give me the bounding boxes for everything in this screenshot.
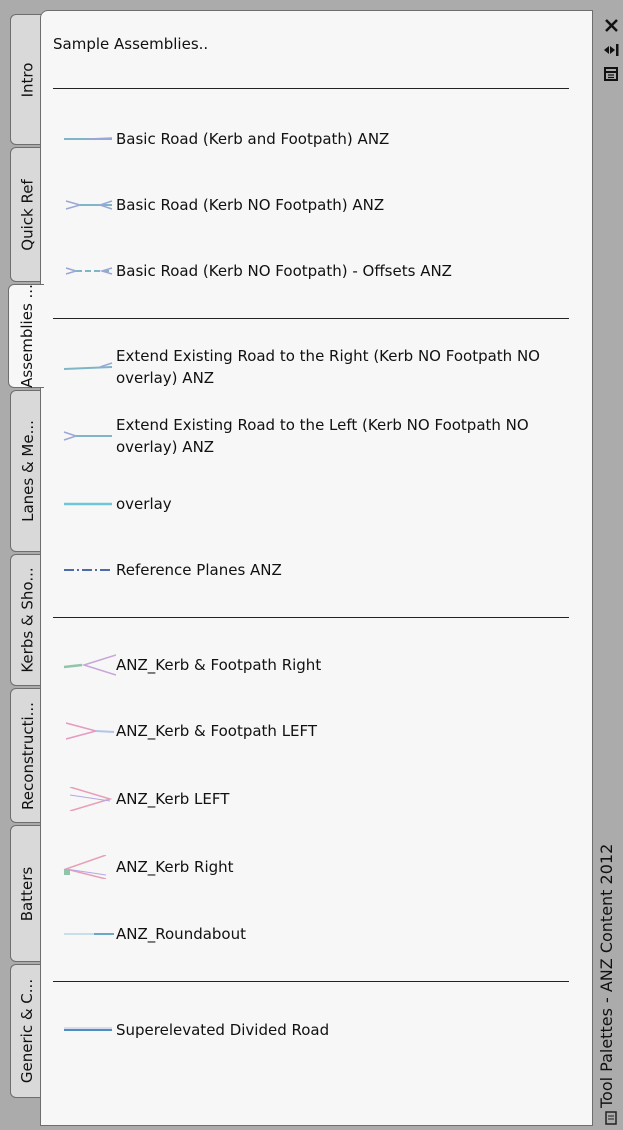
tool-kerb-footpath-right[interactable]: ANZ_Kerb & Footpath Right bbox=[60, 653, 560, 677]
tab-lanes[interactable]: Lanes & Me... bbox=[10, 390, 44, 552]
subassembly-icon bbox=[69, 787, 113, 811]
tool-basic-road-kerb-no-footpath[interactable]: Basic Road (Kerb NO Footpath) ANZ bbox=[60, 193, 560, 217]
tab-label: Quick Ref bbox=[18, 178, 37, 251]
tool-label: ANZ_Kerb LEFT bbox=[116, 790, 230, 808]
tool-palette-window: Intro Quick Ref Assemblies ... Lanes & M… bbox=[0, 0, 623, 1128]
separator bbox=[53, 88, 569, 89]
tab-generic[interactable]: Generic & C... bbox=[10, 964, 44, 1098]
subassembly-icon bbox=[63, 654, 116, 676]
tab-assemblies[interactable]: Assemblies ... bbox=[8, 284, 44, 388]
assembly-icon bbox=[64, 502, 112, 506]
tab-label: Batters bbox=[18, 866, 37, 921]
tool-reference-planes[interactable]: Reference Planes ANZ bbox=[60, 558, 560, 582]
palette-heading: Sample Assemblies.. bbox=[53, 35, 209, 53]
tool-kerb-right[interactable]: ANZ_Kerb Right bbox=[60, 855, 560, 879]
tab-label: Assemblies ... bbox=[17, 284, 36, 388]
assembly-icon bbox=[65, 200, 113, 210]
tab-batters[interactable]: Batters bbox=[10, 825, 44, 962]
tool-label: ANZ_Kerb & Footpath LEFT bbox=[116, 722, 318, 740]
tool-label: Superelevated Divided Road bbox=[116, 1021, 330, 1039]
assembly-icon bbox=[64, 137, 113, 140]
assembly-icon bbox=[64, 933, 114, 935]
tab-label: Intro bbox=[18, 62, 37, 97]
tab-reconstruction[interactable]: Reconstructi... bbox=[10, 688, 44, 823]
tool-label: Extend Existing Road to the Left (Kerb N… bbox=[116, 416, 529, 456]
palette-title: Tool Palettes - ANZ Content 2012 bbox=[597, 844, 623, 1108]
tab-label: Lanes & Me... bbox=[18, 420, 37, 522]
tool-kerb-left[interactable]: ANZ_Kerb LEFT bbox=[60, 787, 560, 811]
tool-extend-road-left[interactable]: Extend Existing Road to the Left (Kerb N… bbox=[60, 414, 560, 458]
tool-label: Basic Road (Kerb and Footpath) ANZ bbox=[116, 130, 390, 148]
assembly-icon bbox=[64, 569, 112, 571]
assembly-icon bbox=[63, 431, 112, 441]
tab-label: Reconstructi... bbox=[18, 701, 37, 810]
tab-kerbs[interactable]: Kerbs & Sho... bbox=[10, 554, 44, 686]
tool-basic-road-offsets[interactable]: Basic Road (Kerb NO Footpath) - Offsets … bbox=[60, 259, 560, 283]
tool-roundabout[interactable]: ANZ_Roundabout bbox=[60, 922, 560, 946]
tool-label: Basic Road (Kerb NO Footpath) - Offsets … bbox=[116, 262, 452, 280]
tab-quick-ref[interactable]: Quick Ref bbox=[10, 147, 44, 282]
tool-basic-road-kerb-footpath[interactable]: Basic Road (Kerb and Footpath) ANZ bbox=[60, 127, 560, 151]
separator bbox=[53, 981, 569, 982]
subassembly-icon bbox=[65, 722, 115, 740]
auto-hide-icon[interactable] bbox=[603, 42, 621, 58]
separator bbox=[53, 617, 569, 618]
separator bbox=[53, 318, 569, 319]
properties-icon[interactable] bbox=[603, 66, 621, 82]
subassembly-icon bbox=[63, 855, 107, 879]
tab-intro[interactable]: Intro bbox=[10, 14, 44, 145]
tool-label: Extend Existing Road to the Right (Kerb … bbox=[116, 347, 540, 387]
tool-label: overlay bbox=[116, 495, 172, 513]
tool-superelevated-divided-road[interactable]: Superelevated Divided Road bbox=[60, 1018, 560, 1042]
tool-label: ANZ_Kerb & Footpath Right bbox=[116, 656, 322, 674]
tool-kerb-footpath-left[interactable]: ANZ_Kerb & Footpath LEFT bbox=[60, 719, 560, 743]
tool-extend-road-right[interactable]: Extend Existing Road to the Right (Kerb … bbox=[60, 345, 560, 389]
palette-title-text: Tool Palettes - ANZ Content 2012 bbox=[597, 843, 616, 1108]
close-icon[interactable] bbox=[603, 18, 621, 34]
tab-label: Kerbs & Sho... bbox=[18, 567, 37, 673]
tool-label: ANZ_Kerb Right bbox=[116, 858, 234, 876]
palette-menu-icon[interactable] bbox=[603, 1110, 621, 1126]
tool-label: Basic Road (Kerb NO Footpath) ANZ bbox=[116, 196, 385, 214]
tool-label: ANZ_Roundabout bbox=[116, 925, 246, 943]
assembly-icon bbox=[64, 1027, 112, 1031]
assembly-icon bbox=[63, 362, 113, 370]
assembly-icon bbox=[65, 267, 113, 275]
tool-overlay[interactable]: overlay bbox=[60, 492, 560, 516]
tab-label: Generic & C... bbox=[18, 978, 37, 1084]
tool-label: Reference Planes ANZ bbox=[116, 561, 282, 579]
